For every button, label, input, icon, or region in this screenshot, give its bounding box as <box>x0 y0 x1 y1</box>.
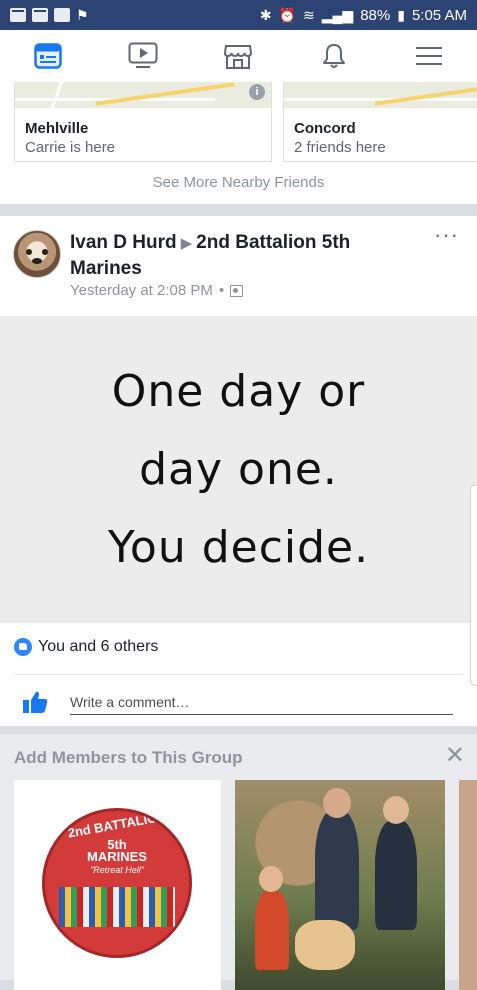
like-reaction-icon <box>14 638 32 656</box>
signal-icon: ▂▄▆ <box>321 6 354 23</box>
nav-notifications[interactable] <box>304 30 364 82</box>
notifications-icon <box>322 44 345 68</box>
comment-input[interactable] <box>70 690 453 715</box>
logo-text: MARINES <box>87 849 147 864</box>
nav-watch[interactable] <box>113 30 173 82</box>
image-text-line: You decide. <box>107 521 370 573</box>
image-text-line: One day or <box>111 365 366 417</box>
flag-icon: ⚑ <box>76 7 89 23</box>
ribbon-bars <box>59 887 175 927</box>
logo-arc-text: 2nd BATTALION <box>66 808 168 841</box>
nearby-friends-section: i Mehlville Carrie is here Concord 2 fri… <box>0 82 477 204</box>
member-suggestion-card[interactable] <box>235 780 445 990</box>
clock: 5:05 AM <box>411 6 467 24</box>
friend-city: Mehlville <box>25 120 89 137</box>
menu-icon <box>416 47 443 65</box>
top-navigation <box>0 30 477 83</box>
mail-icon <box>10 8 26 22</box>
friend-status: Carrie is here <box>25 139 116 156</box>
nav-news-feed[interactable] <box>18 30 78 82</box>
post-options-button[interactable]: ··· <box>434 224 459 246</box>
post-image[interactable]: One day or day one. You decide. <box>0 316 477 623</box>
member-suggestion-card[interactable] <box>459 780 477 990</box>
nav-menu[interactable] <box>399 30 459 82</box>
thumbs-up-icon <box>23 691 48 713</box>
friend-status: 2 friends here <box>294 139 386 156</box>
mail-icon <box>32 8 48 22</box>
section-title: Add Members to This Group <box>14 748 243 767</box>
add-members-section: Add Members to This Group ✕ 2nd BATTALIO… <box>0 734 477 990</box>
author-name-link[interactable]: Ivan D Hurd <box>70 232 177 253</box>
post-meta: Yesterday at 2:08 PM • <box>70 282 244 299</box>
alarm-icon: ⏰ <box>278 6 297 23</box>
battery-percent: 88% <box>360 6 391 24</box>
info-icon[interactable]: i <box>249 84 265 100</box>
logo-text: "Retreat Hell" <box>90 865 144 875</box>
image-icon <box>54 8 70 22</box>
scroll-handle[interactable] <box>470 484 477 686</box>
image-text-line: day one. <box>139 443 338 495</box>
reactions-summary[interactable]: You and 6 others <box>14 638 158 656</box>
nearby-friend-card[interactable]: Concord 2 friends here <box>283 82 477 162</box>
like-button[interactable] <box>22 690 48 719</box>
map-thumbnail <box>284 82 477 108</box>
reactions-count: You and 6 others <box>38 638 159 655</box>
member-suggestion-card[interactable]: 2nd BATTALION 5th MARINES "Retreat Hell" <box>14 780 221 990</box>
divider <box>14 674 463 675</box>
bluetooth-icon: ✱ <box>259 6 272 23</box>
friend-city: Concord <box>294 120 356 137</box>
battalion-logo: 2nd BATTALION 5th MARINES "Retreat Hell" <box>42 808 192 958</box>
group-post: Ivan D Hurd ▶ 2nd Battalion 5th Marines ··… <box>0 216 477 726</box>
dog <box>295 920 355 970</box>
post-timestamp[interactable]: Yesterday at 2:08 PM <box>70 282 213 299</box>
battery-icon: ▮ <box>397 6 405 23</box>
nav-marketplace[interactable] <box>208 30 268 82</box>
watch-icon <box>128 42 158 68</box>
post-header: Ivan D Hurd ▶ 2nd Battalion 5th Marines <box>70 230 400 281</box>
wifi-icon: ≋ <box>303 6 315 23</box>
separator-dot: • <box>218 282 225 299</box>
avatar[interactable] <box>13 230 61 278</box>
news-feed-icon <box>33 43 62 69</box>
triangle-right-icon: ▶ <box>180 235 193 252</box>
close-icon[interactable]: ✕ <box>445 744 465 768</box>
marketplace-icon <box>224 45 253 69</box>
group-privacy-icon <box>230 284 244 297</box>
see-more-nearby-friends-link[interactable]: See More Nearby Friends <box>0 174 477 191</box>
map-thumbnail: i <box>15 82 271 108</box>
nearby-friend-card[interactable]: i Mehlville Carrie is here <box>14 82 272 162</box>
status-bar: ⚑ ✱ ⏰ ≋ ▂▄▆ 88% ▮ 5:05 AM <box>0 0 477 30</box>
